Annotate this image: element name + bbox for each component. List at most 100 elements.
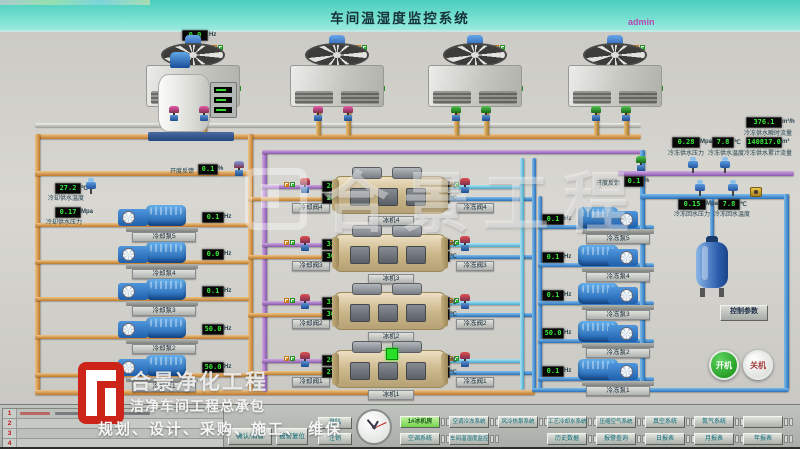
pump-base bbox=[126, 227, 198, 232]
cooling-tower[interactable] bbox=[568, 35, 662, 113]
nav-indicator bbox=[441, 418, 445, 426]
nav-indicator bbox=[789, 418, 793, 426]
text-label: 冷冻回水温度 bbox=[714, 209, 750, 218]
impeller-icon bbox=[620, 327, 633, 340]
running-indicator bbox=[386, 348, 398, 360]
valve-actuator[interactable] bbox=[300, 236, 310, 251]
nav-button[interactable]: 历史数据 bbox=[547, 433, 587, 445]
valve-actuator[interactable] bbox=[343, 106, 353, 121]
brand-name: 合景净化工程 bbox=[130, 366, 268, 396]
text-label: 冷冻供水压力 bbox=[668, 148, 704, 157]
nav-button[interactable] bbox=[743, 416, 783, 428]
nav-button[interactable]: 月报表 bbox=[694, 433, 734, 445]
impeller-icon bbox=[122, 248, 135, 261]
nav-button[interactable]: 年报表 bbox=[743, 433, 783, 445]
control-cabinet bbox=[378, 304, 398, 322]
nav-button[interactable]: 工艺冷却水系统 bbox=[547, 416, 587, 428]
valve-actuator[interactable] bbox=[451, 106, 461, 121]
logged-in-user: admin bbox=[628, 17, 655, 27]
stop-button[interactable]: 关机 bbox=[743, 350, 773, 380]
nav-button[interactable]: 报警查询 bbox=[596, 433, 636, 445]
pump[interactable] bbox=[118, 240, 258, 280]
valve-actuator[interactable] bbox=[460, 294, 470, 309]
pump-base bbox=[126, 301, 198, 306]
vent-grille bbox=[619, 91, 657, 104]
nav-button[interactable]: 空调冷冻系统 bbox=[449, 416, 489, 428]
expansion-vessel bbox=[696, 236, 728, 298]
cooling-tower[interactable] bbox=[290, 35, 384, 113]
tank-pump-icon bbox=[170, 52, 190, 68]
nav-indicator bbox=[490, 435, 494, 443]
unit-label: ℃ bbox=[740, 201, 747, 208]
nav-indicator bbox=[588, 435, 592, 443]
pipe bbox=[35, 134, 641, 139]
valve-actuator[interactable] bbox=[621, 106, 631, 121]
valve-actuator[interactable] bbox=[234, 161, 244, 176]
nav-indicator bbox=[686, 435, 690, 443]
nav-indicator bbox=[784, 418, 788, 426]
tank-base bbox=[148, 132, 234, 141]
pump[interactable] bbox=[534, 319, 674, 359]
watermark-logo-bar bbox=[261, 184, 279, 208]
nav-button[interactable]: 车间温湿度监控 bbox=[449, 433, 489, 445]
control-cabinet bbox=[406, 304, 426, 322]
valve-actuator[interactable] bbox=[460, 352, 470, 367]
nav-button[interactable]: 日报表 bbox=[645, 433, 685, 445]
nav-indicator bbox=[441, 435, 445, 443]
pump[interactable] bbox=[118, 315, 258, 355]
text-label: 冷冻供水温度 bbox=[708, 148, 744, 157]
nav-button[interactable]: 氮气系统 bbox=[694, 416, 734, 428]
alarm-row-number: 2 bbox=[3, 419, 17, 428]
control-cabinet bbox=[350, 246, 370, 264]
pump-base bbox=[126, 339, 198, 344]
pump-base bbox=[582, 305, 654, 310]
pump[interactable] bbox=[118, 277, 258, 317]
pipe bbox=[35, 123, 641, 127]
valve-actuator[interactable] bbox=[481, 106, 491, 121]
nav-button[interactable]: 空调系统 bbox=[400, 433, 440, 445]
pump[interactable] bbox=[118, 203, 258, 243]
unit-label: m³ bbox=[782, 139, 789, 145]
value-display: 0.1 bbox=[198, 164, 218, 175]
nav-indicator bbox=[789, 435, 793, 443]
nav-button[interactable]: 风冷热泵系统 bbox=[498, 416, 538, 428]
nav-button[interactable]: 真空系统 bbox=[645, 416, 685, 428]
cooling-tower[interactable] bbox=[428, 35, 522, 113]
control-params-button[interactable]: 控制参数 bbox=[720, 305, 768, 321]
tank-control-panel bbox=[210, 82, 237, 118]
butterfly-valve[interactable] bbox=[750, 187, 762, 197]
water-tank-unit[interactable] bbox=[146, 52, 238, 144]
compressor bbox=[352, 341, 382, 353]
valve-actuator[interactable] bbox=[313, 106, 323, 121]
valve-actuator[interactable] bbox=[591, 106, 601, 121]
vent-grille bbox=[573, 91, 611, 104]
valve-actuator[interactable] bbox=[199, 106, 209, 121]
center-watermark-text: 合景工程 bbox=[323, 150, 643, 246]
nav-indicator bbox=[637, 435, 641, 443]
start-button[interactable]: 开机 bbox=[709, 350, 739, 380]
unit-label: Mpa bbox=[81, 209, 93, 215]
valve-actuator[interactable] bbox=[300, 294, 310, 309]
vent-grille bbox=[295, 91, 333, 104]
pump[interactable] bbox=[534, 243, 674, 283]
nav-button[interactable]: 1#冰机房 bbox=[400, 416, 440, 428]
alarm-indicator bbox=[284, 298, 289, 303]
nav-button[interactable]: 压缩空气系统 bbox=[596, 416, 636, 428]
pipe bbox=[618, 171, 794, 176]
pump[interactable] bbox=[534, 281, 674, 321]
unit-label: m³/h bbox=[782, 119, 795, 125]
brand-tagline: 洁净车间工程总承包 bbox=[130, 396, 265, 416]
control-cabinet bbox=[350, 304, 370, 322]
nav-indicator bbox=[495, 435, 499, 443]
pump[interactable] bbox=[534, 357, 674, 397]
valve-actuator[interactable] bbox=[169, 106, 179, 121]
pump-base bbox=[126, 264, 198, 269]
fan-icon bbox=[443, 43, 507, 67]
valve-actuator[interactable] bbox=[300, 352, 310, 367]
page-title: 车间温湿度监控系统 bbox=[0, 7, 800, 27]
text-label: 开度反馈 bbox=[170, 166, 194, 175]
value-display: 7.8 bbox=[712, 137, 734, 148]
compressor bbox=[392, 283, 422, 295]
pipe bbox=[784, 194, 789, 390]
impeller-icon bbox=[620, 365, 633, 378]
